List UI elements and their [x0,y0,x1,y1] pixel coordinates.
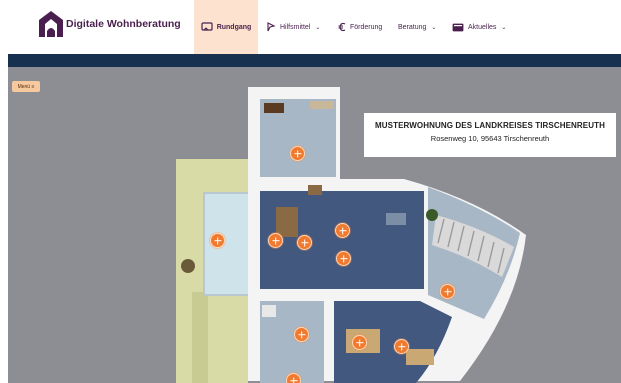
house-logo-icon[interactable] [38,10,64,38]
brand-name[interactable]: Digitale Wohnberatung [66,18,181,30]
hotspot-balcony[interactable] [210,233,225,248]
chevron-down-icon: ⌄ [431,24,437,31]
hotspot-living-1[interactable] [268,233,283,248]
nav-beratung-label: Beratung [398,23,427,31]
hotspot-bedroom-2[interactable] [394,339,409,354]
tour-icon [201,22,213,31]
chevron-down-icon: ⌄ [315,24,321,31]
hotspot-kitchen[interactable] [290,146,305,161]
news-icon [452,23,464,31]
virtual-tour-viewer[interactable]: Menü ≡ MUSTERWOHNUNG DES LANDKREISES TIR… [8,67,621,383]
nav-hilfsmittel-label: Hilfsmittel [280,23,311,31]
nav-aktuelles[interactable]: Aktuelles ⌄ [452,0,506,54]
header-divider-bar [8,54,621,67]
aid-icon [267,22,276,32]
nav-foerderung-label: Förderung [350,23,383,31]
chevron-down-icon: ⌄ [501,24,507,31]
nav-aktuelles-label: Aktuelles [468,23,497,31]
hotspot-stair-room[interactable] [440,284,455,299]
tour-menu-button[interactable]: Menü ≡ [12,81,40,92]
hotspot-bedroom-1[interactable] [352,335,367,350]
top-navigation-bar: Digitale Wohnberatung Rundgang Hilfsmitt… [0,0,621,54]
apartment-address: Rosenweg 10, 95643 Tirschenreuth [430,134,550,143]
hotspot-bathroom[interactable] [294,327,309,342]
hotspot-bathroom-2[interactable] [286,373,301,383]
euro-icon [338,22,346,32]
apartment-info-box: MUSTERWOHNUNG DES LANDKREISES TIRSCHENRE… [364,113,616,157]
hotspot-living-3[interactable] [335,223,350,238]
hotspot-living-4[interactable] [336,251,351,266]
nav-rundgang[interactable]: Rundgang [194,0,258,54]
nav-rundgang-label: Rundgang [216,23,252,31]
nav-foerderung[interactable]: Förderung [338,0,382,54]
hotspot-living-2[interactable] [297,235,312,250]
nav-beratung[interactable]: Beratung ⌄ [398,0,436,54]
apartment-title: MUSTERWOHNUNG DES LANDKREISES TIRSCHENRE… [375,121,605,130]
nav-hilfsmittel[interactable]: Hilfsmittel ⌄ [266,0,320,54]
